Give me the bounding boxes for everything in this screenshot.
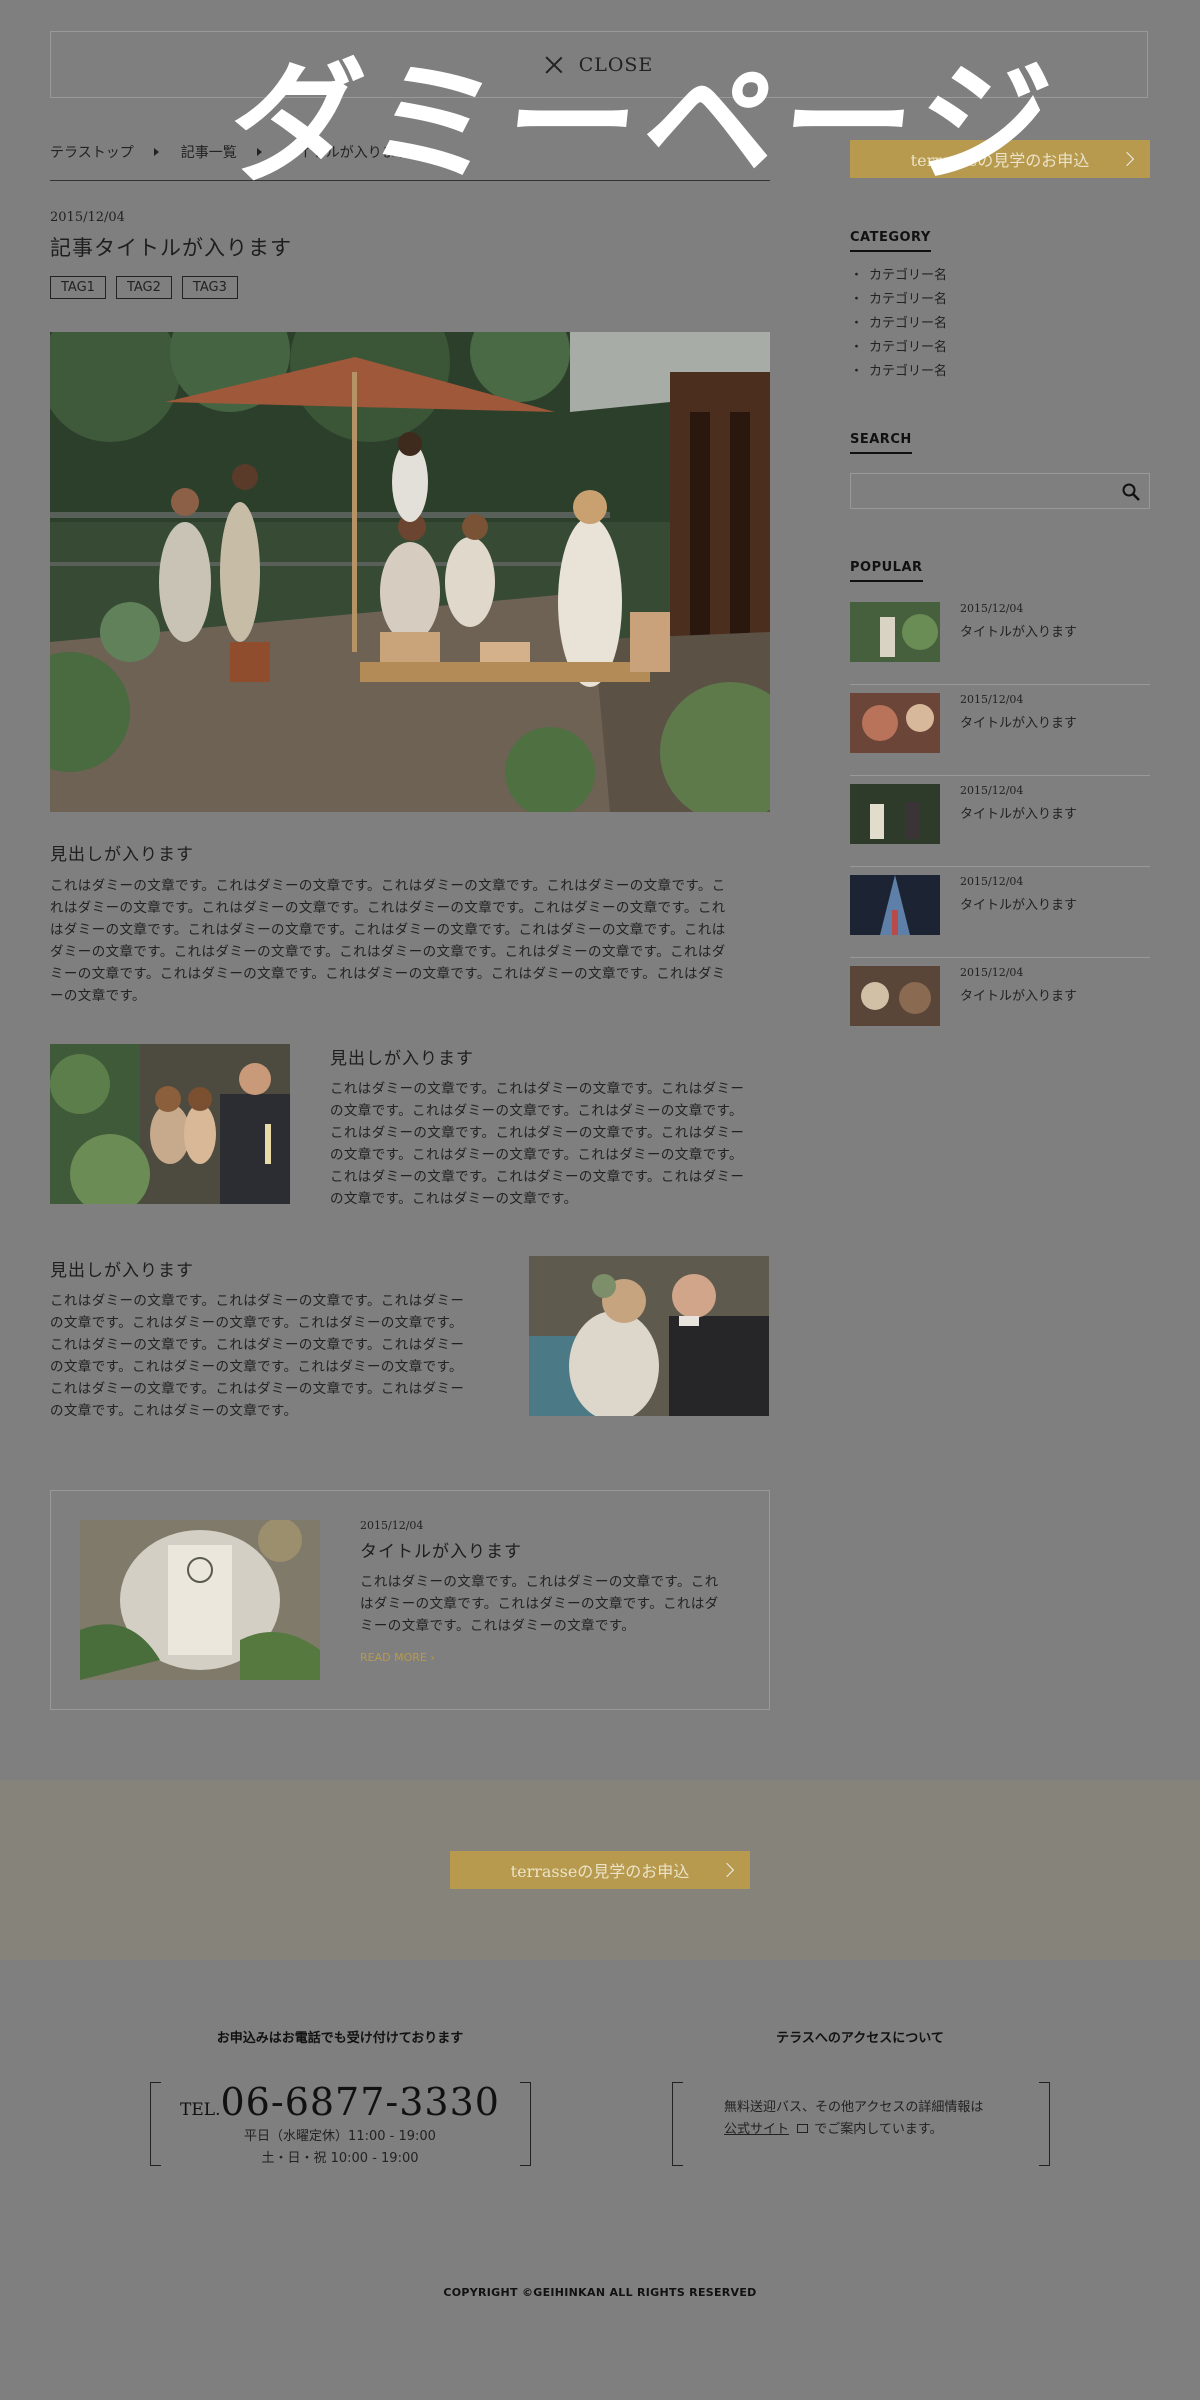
category-section: CATEGORY カテゴリー名 カテゴリー名 カテゴリー名 カテゴリー名 カテゴ…	[850, 226, 947, 384]
search-icon[interactable]	[1121, 482, 1141, 502]
section-2-photo	[50, 1044, 290, 1204]
category-item[interactable]: カテゴリー名	[850, 360, 947, 384]
popular-title: タイトルが入ります	[960, 989, 1078, 1004]
tag-3[interactable]: TAG3	[181, 276, 238, 299]
chevron-right-icon	[719, 1862, 735, 1878]
popular-title: タイトルが入ります	[960, 807, 1078, 822]
related-article-date: 2015/12/04	[360, 1519, 424, 1532]
section-1-heading: 見出しが入ります	[50, 845, 194, 865]
breadcrumb-arrow-icon	[153, 148, 159, 156]
section-3-body: これはダミーの文章です。これはダミーの文章です。これはダミー の文章です。これはダ…	[50, 1293, 465, 1419]
chevron-right-icon	[1119, 151, 1135, 167]
search-heading: SEARCH	[850, 432, 912, 454]
access-info: 無料送迎バス、その他アクセスの詳細情報は 公式サイト でご案内しています。	[724, 2100, 984, 2137]
section-3-photo	[529, 1256, 769, 1416]
popular-date: 2015/12/04	[960, 966, 1024, 979]
external-link-icon	[797, 2124, 809, 2133]
category-item[interactable]: カテゴリー名	[850, 288, 947, 312]
popular-thumb	[850, 875, 940, 935]
popular-thumb	[850, 784, 940, 844]
official-site-link[interactable]: 公式サイト	[724, 2122, 789, 2137]
section-2-body: これはダミーの文章です。これはダミーの文章です。これはダミー の文章です。これはダ…	[330, 1081, 745, 1207]
popular-item[interactable]: 2015/12/04 タイトルが入ります	[850, 594, 1150, 685]
popular-item[interactable]: 2015/12/04 タイトルが入ります	[850, 958, 1150, 1048]
phone-number[interactable]: TEL.06-6877-3330	[150, 2080, 530, 2124]
business-hours: 平日（水曜定休）11:00 - 19:00 土・日・祝 10:00 - 19:0…	[244, 2129, 436, 2166]
phone-heading: お申込みはお電話でも受け付けております	[216, 2031, 464, 2046]
section-3-heading: 見出しが入ります	[50, 1261, 194, 1281]
popular-date: 2015/12/04	[960, 875, 1024, 888]
related-article-card[interactable]: 2015/12/04 タイトルが入ります これはダミーの文章です。これはダミーの…	[50, 1490, 770, 1710]
popular-thumb	[850, 693, 940, 753]
section-1-body: これはダミーの文章です。これはダミーの文章です。これはダミーの文章です。これはダ…	[50, 878, 726, 1004]
tag-list: TAG1 TAG2 TAG3	[50, 276, 238, 299]
category-item[interactable]: カテゴリー名	[850, 312, 947, 336]
search-input[interactable]	[850, 473, 1150, 509]
category-item[interactable]: カテゴリー名	[850, 336, 947, 360]
category-item[interactable]: カテゴリー名	[850, 264, 947, 288]
chevron-right-icon: ›	[430, 1651, 435, 1664]
post-date: 2015/12/04	[50, 210, 125, 225]
popular-date: 2015/12/04	[960, 693, 1024, 706]
related-article-title: タイトルが入ります	[360, 1542, 522, 1562]
popular-title: タイトルが入ります	[960, 898, 1078, 913]
read-more-link[interactable]: READ MORE ›	[360, 1651, 435, 1664]
breadcrumb-item-top[interactable]: テラストップ	[50, 142, 134, 162]
popular-thumb	[850, 602, 940, 662]
access-heading: テラスへのアクセスについて	[776, 2031, 944, 2046]
popular-heading: POPULAR	[850, 560, 923, 582]
popular-date: 2015/12/04	[960, 602, 1024, 615]
related-article-excerpt: これはダミーの文章です。これはダミーの文章です。これ はダミーの文章です。これはダ…	[360, 1574, 719, 1634]
post-title: 記事タイトルが入ります	[50, 236, 292, 260]
popular-item[interactable]: 2015/12/04 タイトルが入ります	[850, 867, 1150, 958]
popular-item[interactable]: 2015/12/04 タイトルが入ります	[850, 685, 1150, 776]
popular-title: タイトルが入ります	[960, 716, 1078, 731]
tag-2[interactable]: TAG2	[115, 276, 172, 299]
category-heading: CATEGORY	[850, 230, 931, 252]
popular-item[interactable]: 2015/12/04 タイトルが入ります	[850, 776, 1150, 867]
hero-photo	[50, 332, 770, 812]
apply-visit-button-band[interactable]: terrasseの見学のお申込	[450, 1851, 750, 1889]
related-article-photo	[80, 1520, 320, 1680]
tag-1[interactable]: TAG1	[50, 276, 106, 299]
section-2-heading: 見出しが入ります	[330, 1049, 474, 1069]
copyright: COPYRIGHT ©GEIHINKAN ALL RIGHTS RESERVED	[443, 2286, 757, 2299]
bracket-left	[672, 2082, 683, 2166]
popular-date: 2015/12/04	[960, 784, 1024, 797]
dummy-page-watermark: ダミーページ	[221, 47, 1064, 201]
popular-thumb	[850, 966, 940, 1026]
popular-title: タイトルが入ります	[960, 625, 1078, 640]
